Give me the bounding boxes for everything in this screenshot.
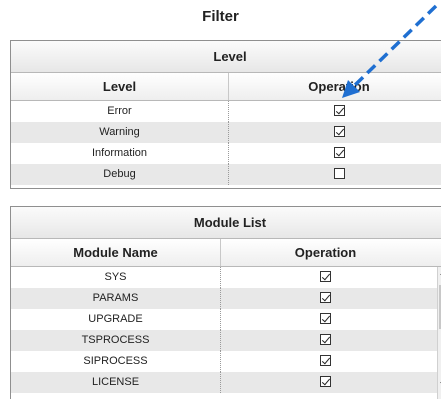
- level-rows: Error Warning Information Debug: [11, 101, 441, 185]
- module-name-cell: PARAMS: [11, 288, 221, 309]
- module-row: PARAMS: [11, 288, 441, 309]
- level-row: Information: [11, 143, 441, 164]
- level-name-cell: Warning: [11, 122, 229, 143]
- module-operation-cell: [221, 330, 430, 351]
- level-name-cell: Information: [11, 143, 229, 164]
- level-row: Debug: [11, 164, 441, 185]
- level-name-cell: Error: [11, 101, 229, 122]
- module-operation-cell: [221, 351, 430, 372]
- module-row: UPGRADE: [11, 309, 441, 330]
- level-operation-cell: [229, 122, 441, 143]
- module-list-body: SYS PARAMS UPGRADE TSPROCESS SIPROCESS LICENS…: [11, 267, 441, 399]
- level-row: Warning: [11, 122, 441, 143]
- module-name-cell: SYS: [11, 267, 221, 288]
- module-list-panel-header: Module List: [11, 207, 441, 239]
- module-operation-column-header[interactable]: Operation: [221, 239, 430, 266]
- module-operation-checkbox[interactable]: [320, 354, 331, 366]
- module-row: SYS: [11, 267, 441, 288]
- module-operation-cell: [221, 267, 430, 288]
- module-operation-cell: [221, 372, 430, 393]
- module-operation-checkbox[interactable]: [320, 291, 331, 303]
- module-rows: SYS PARAMS UPGRADE TSPROCESS SIPROCESS LICENS…: [11, 267, 441, 393]
- module-operation-checkbox[interactable]: [320, 270, 331, 282]
- module-row: LICENSE: [11, 372, 441, 393]
- level-operation-checkbox[interactable]: [333, 167, 345, 179]
- annotation-arrow-icon: [342, 4, 438, 98]
- module-name-cell: TSPROCESS: [11, 330, 221, 351]
- level-operation-checkbox[interactable]: [333, 104, 345, 116]
- module-name-cell: LICENSE: [11, 372, 221, 393]
- level-name-cell: Debug: [11, 164, 229, 185]
- level-operation-cell: [229, 143, 441, 164]
- module-operation-checkbox[interactable]: [320, 333, 331, 345]
- level-operation-cell: [229, 164, 441, 185]
- module-column-headers: Module Name Operation: [11, 239, 441, 267]
- module-list-panel: Module List Module Name Operation SYS PAR…: [10, 206, 441, 399]
- level-operation-checkbox[interactable]: [333, 146, 345, 158]
- module-name-cell: SIPROCESS: [11, 351, 221, 372]
- module-row: TSPROCESS: [11, 330, 441, 351]
- module-name-cell: UPGRADE: [11, 309, 221, 330]
- module-operation-checkbox[interactable]: [320, 375, 331, 387]
- module-row: SIPROCESS: [11, 351, 441, 372]
- level-operation-checkbox[interactable]: [333, 125, 345, 137]
- module-name-column-header[interactable]: Module Name: [11, 239, 221, 266]
- module-operation-cell: [221, 309, 430, 330]
- level-column-header[interactable]: Level: [11, 73, 229, 100]
- module-list-scrollbar[interactable]: [437, 267, 441, 399]
- module-operation-checkbox[interactable]: [320, 312, 331, 324]
- module-operation-cell: [221, 288, 430, 309]
